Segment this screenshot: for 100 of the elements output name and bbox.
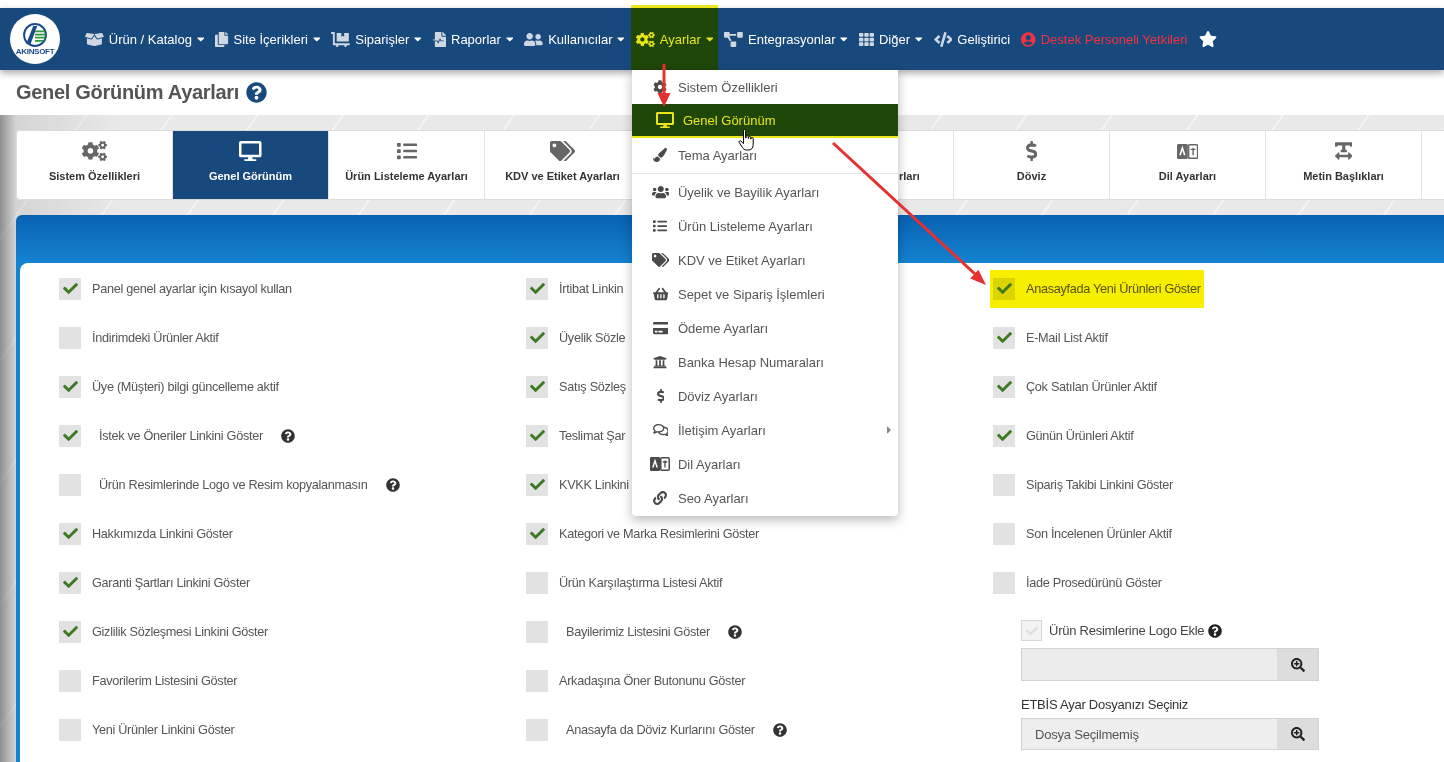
tab[interactable]: Ürün Listeleme Ayarları bbox=[329, 131, 485, 199]
tags-icon bbox=[651, 253, 670, 267]
monitor-icon bbox=[239, 141, 262, 161]
checkbox[interactable] bbox=[526, 473, 548, 496]
menu-item[interactable]: Ürün Listeleme Ayarları bbox=[631, 209, 898, 243]
option-label: Hakkımızda Linkini Göster bbox=[92, 526, 233, 541]
menu-item[interactable]: Banka Hesap Numaraları bbox=[631, 345, 898, 379]
option-label: Üye (Müşteri) bilgi güncelleme aktif bbox=[92, 379, 279, 394]
language-icon bbox=[650, 457, 671, 471]
checkbox[interactable] bbox=[526, 571, 548, 594]
credit-card-icon bbox=[652, 321, 669, 335]
help-icon[interactable] bbox=[246, 82, 268, 103]
checkbox[interactable] bbox=[993, 424, 1015, 447]
checkbox[interactable] bbox=[993, 522, 1015, 545]
checkbox[interactable] bbox=[59, 571, 81, 594]
option-label: Anasayfada Yeni Ürünleri Göster bbox=[1026, 281, 1201, 296]
checkbox[interactable] bbox=[526, 424, 548, 447]
option-label: Ürün Resimlerine Logo Ekle bbox=[1049, 623, 1205, 638]
tab[interactable]: Dil Ayarları bbox=[1110, 131, 1266, 199]
checkbox[interactable] bbox=[59, 473, 81, 496]
file-chart-icon bbox=[432, 31, 446, 47]
checkbox[interactable] bbox=[993, 277, 1015, 300]
help-icon bbox=[727, 624, 742, 639]
checkbox[interactable] bbox=[59, 277, 81, 300]
option-label: Panel genel ayarlar için kısayol kullan bbox=[92, 281, 292, 296]
tags-icon bbox=[550, 141, 575, 161]
list-icon bbox=[653, 219, 668, 233]
option-label: Ürün Karşılaştırma Listesi Aktif bbox=[559, 575, 723, 590]
checkmark-icon bbox=[62, 575, 78, 590]
checkbox[interactable] bbox=[993, 375, 1015, 398]
checkmark-icon bbox=[529, 477, 545, 492]
checkbox[interactable] bbox=[526, 620, 548, 643]
link-icon bbox=[653, 491, 668, 505]
menu-item[interactable]: Dil Ayarları bbox=[631, 447, 898, 481]
hand-cursor-icon bbox=[738, 129, 754, 151]
checkbox[interactable] bbox=[993, 473, 1015, 496]
option-label: Teslimat Şar bbox=[559, 428, 626, 443]
option-label: Favorilerim Listesini Göster bbox=[92, 673, 238, 688]
basket-icon bbox=[652, 287, 669, 301]
brush-icon bbox=[653, 148, 668, 162]
box-icon bbox=[85, 31, 104, 47]
menu-item[interactable]: Genel Görünüm bbox=[631, 104, 898, 138]
checkmark-icon bbox=[62, 526, 78, 541]
logo[interactable]: AKINSOFT bbox=[10, 14, 60, 64]
option-label: Son İncelenen Ürünler Aktif bbox=[1026, 526, 1172, 541]
users-icon bbox=[524, 31, 544, 47]
checkbox[interactable] bbox=[59, 375, 81, 398]
logo-text: AKINSOFT bbox=[15, 46, 55, 56]
checkbox[interactable] bbox=[59, 620, 81, 643]
menu-item[interactable]: Sepet ve Sipariş İşlemleri bbox=[631, 277, 898, 311]
checkbox[interactable] bbox=[59, 669, 81, 692]
tab[interactable]: Genel Görünüm bbox=[173, 131, 329, 199]
logo-mark-icon bbox=[23, 22, 47, 47]
menu-item[interactable]: KDV ve Etiket Ayarları bbox=[631, 243, 898, 277]
checkbox[interactable] bbox=[59, 522, 81, 545]
checkbox[interactable] bbox=[993, 326, 1015, 349]
nav-menu-item[interactable]: Geliştirici bbox=[928, 8, 1016, 70]
option-label: İrtibat Linkin bbox=[559, 281, 624, 296]
menu-item[interactable]: Ödeme Ayarları bbox=[631, 311, 898, 345]
nav-menu-item[interactable]: Ürün / Katalog bbox=[80, 8, 210, 70]
checkmark-icon bbox=[529, 526, 545, 541]
checkbox[interactable] bbox=[993, 571, 1015, 594]
checkbox[interactable] bbox=[526, 375, 548, 398]
option-label: Çok Satılan Ürünler Aktif bbox=[1026, 379, 1157, 394]
menu-item[interactable]: Döviz Ayarları bbox=[631, 379, 898, 413]
tab[interactable]: Döviz bbox=[954, 131, 1110, 199]
checkbox[interactable] bbox=[59, 326, 81, 349]
checkbox[interactable] bbox=[526, 522, 548, 545]
dollar-icon bbox=[656, 389, 665, 403]
tab[interactable]: Metin Başlıkları bbox=[1266, 131, 1422, 199]
help-icon bbox=[280, 428, 295, 443]
menu-item[interactable]: İletişim Ayarları bbox=[631, 413, 898, 447]
tab[interactable]: rları bbox=[898, 131, 954, 199]
checkbox[interactable] bbox=[526, 277, 548, 300]
nav-menu-item[interactable]: Kullanıcılar bbox=[519, 8, 630, 70]
checkbox[interactable] bbox=[526, 718, 548, 741]
option-label: İstek ve Öneriler Linkini Göster bbox=[99, 428, 263, 443]
bank-icon bbox=[653, 355, 668, 369]
nav-menu-item[interactable]: Raporlar bbox=[427, 8, 519, 70]
checkmark-icon bbox=[62, 281, 78, 296]
nav-menu-item[interactable]: Siparişler bbox=[326, 8, 427, 70]
nav-menu-item[interactable]: Ayarlar bbox=[630, 5, 719, 70]
menu-item[interactable]: Sistem Özellikleri bbox=[631, 70, 898, 104]
star-icon[interactable] bbox=[1199, 31, 1218, 47]
menu-item[interactable]: Seo Ayarları bbox=[631, 481, 898, 515]
users-icon bbox=[651, 185, 670, 199]
checkbox[interactable] bbox=[59, 718, 81, 741]
option-label: Gizlilik Sözleşmesi Linkini Göster bbox=[92, 624, 268, 639]
checkmark-icon bbox=[996, 428, 1012, 443]
checkmark-icon bbox=[62, 624, 78, 639]
tab[interactable]: KDV ve Etiket Ayarları bbox=[485, 131, 641, 199]
nav-menu-item[interactable]: Site İçerikleri bbox=[210, 8, 326, 70]
nav-menu-item[interactable]: Entegrasyonlar bbox=[719, 8, 853, 70]
checkbox[interactable] bbox=[526, 669, 548, 692]
checkbox[interactable] bbox=[526, 326, 548, 349]
nav-menu-item[interactable]: Diğer bbox=[853, 8, 928, 70]
checkbox[interactable] bbox=[59, 424, 81, 447]
option-label: E-Mail List Aktif bbox=[1026, 330, 1108, 345]
option-label: Sipariş Takibi Linkini Göster bbox=[1026, 477, 1173, 492]
option-label: Üyelik Sözle bbox=[559, 330, 626, 345]
